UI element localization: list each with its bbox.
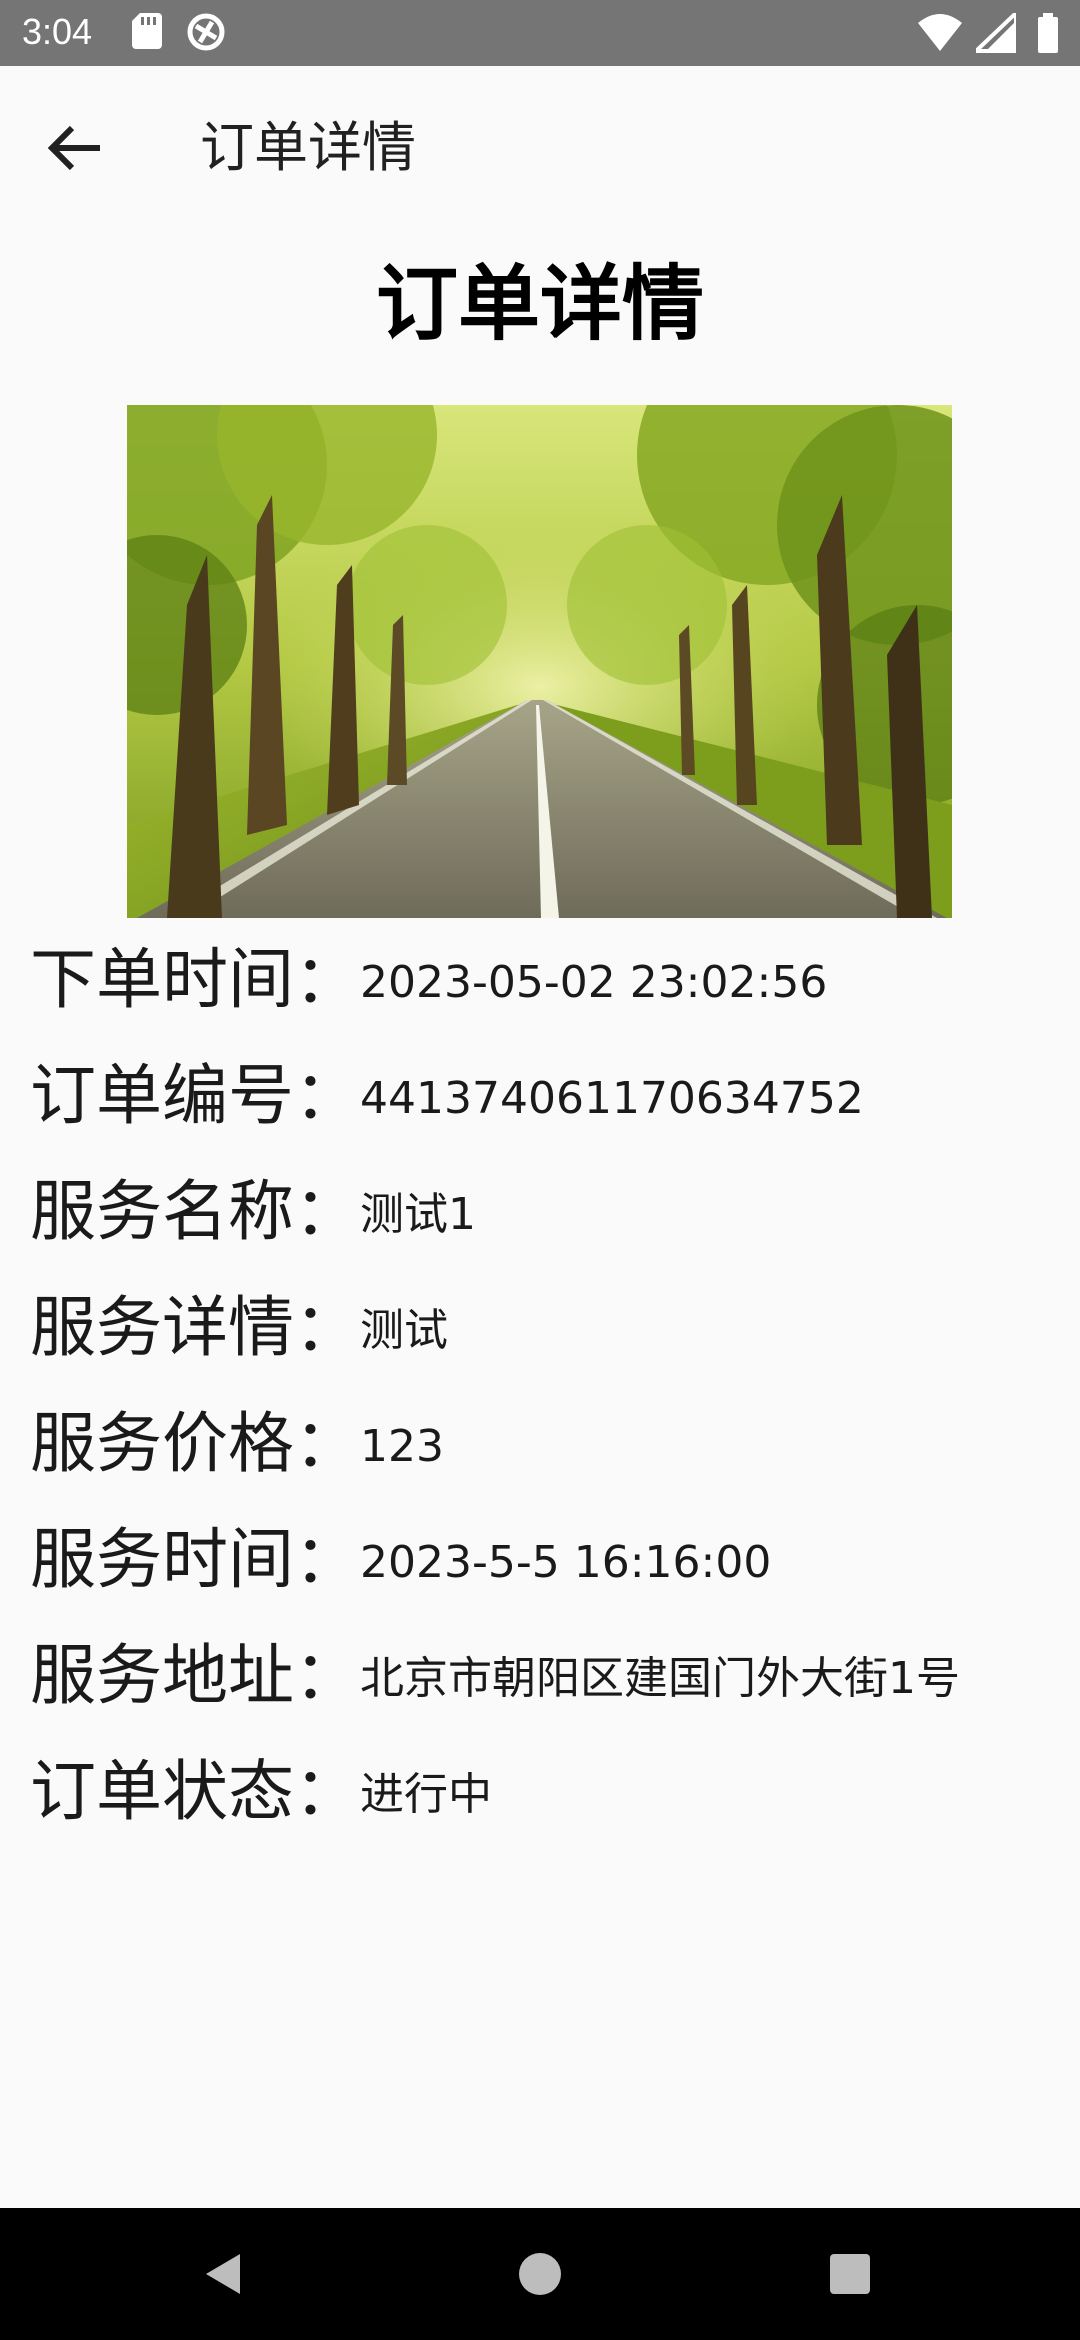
wifi-icon [918,14,962,51]
status-time: 3:04 [22,11,93,52]
detail-row-service-detail: 服务详情： 测试 [0,1278,1080,1394]
detail-value: 北京市朝阳区建国门外大街1号 [360,1653,960,1704]
sd-card-icon [132,13,162,53]
order-detail-screen: 3:04 订单详情 订单详情 下单时间： 2023-05-02 23:02:56… [0,0,1080,2340]
detail-label: 服务时间： [30,1521,360,1598]
recents-square-icon [830,2254,870,2294]
detail-label: 订单编号： [30,1057,360,1134]
system-nav-bar [0,2208,1080,2340]
status-bar: 3:04 [0,0,1080,66]
arrow-left-icon [47,125,100,171]
detail-value: 测试 [360,1305,448,1356]
nav-recents-button[interactable] [820,2244,880,2304]
back-button[interactable] [36,108,116,188]
back-triangle-icon [206,2254,240,2294]
app-bar: 订单详情 [0,66,1080,222]
detail-label: 服务价格： [30,1405,360,1482]
detail-value: 进行中 [360,1769,492,1820]
page-heading: 订单详情 [375,257,704,352]
detail-label: 下单时间： [30,941,360,1018]
detail-label: 订单状态： [30,1753,360,1830]
detail-value: 2023-5-5 16:16:00 [360,1537,772,1588]
cell-signal-icon [976,13,1016,53]
nav-home-button[interactable] [510,2244,570,2304]
detail-row-service-price: 服务价格： 123 [0,1394,1080,1510]
detail-label: 服务地址： [30,1637,360,1714]
home-circle-icon [519,2253,561,2295]
battery-icon [1038,13,1058,53]
detail-row-service-time: 服务时间： 2023-5-5 16:16:00 [0,1510,1080,1626]
detail-value: 441374061170634752 [360,1073,864,1124]
detail-value: 123 [360,1421,444,1472]
detail-row-order-status: 订单状态： 进行中 [0,1742,1080,1858]
app-bar-title: 订单详情 [200,116,416,179]
detail-value: 2023-05-02 23:02:56 [360,957,828,1008]
detail-row-order-time: 下单时间： 2023-05-02 23:02:56 [0,930,1080,1046]
sync-icon [186,12,226,56]
detail-label: 服务名称： [30,1173,360,1250]
detail-row-service-name: 服务名称： 测试1 [0,1162,1080,1278]
detail-row-order-number: 订单编号： 441374061170634752 [0,1046,1080,1162]
service-image [127,405,952,918]
detail-row-service-address: 服务地址： 北京市朝阳区建国门外大街1号 [0,1626,1080,1742]
nav-back-button[interactable] [196,2244,256,2304]
detail-value: 测试1 [360,1189,476,1240]
detail-label: 服务详情： [30,1289,360,1366]
